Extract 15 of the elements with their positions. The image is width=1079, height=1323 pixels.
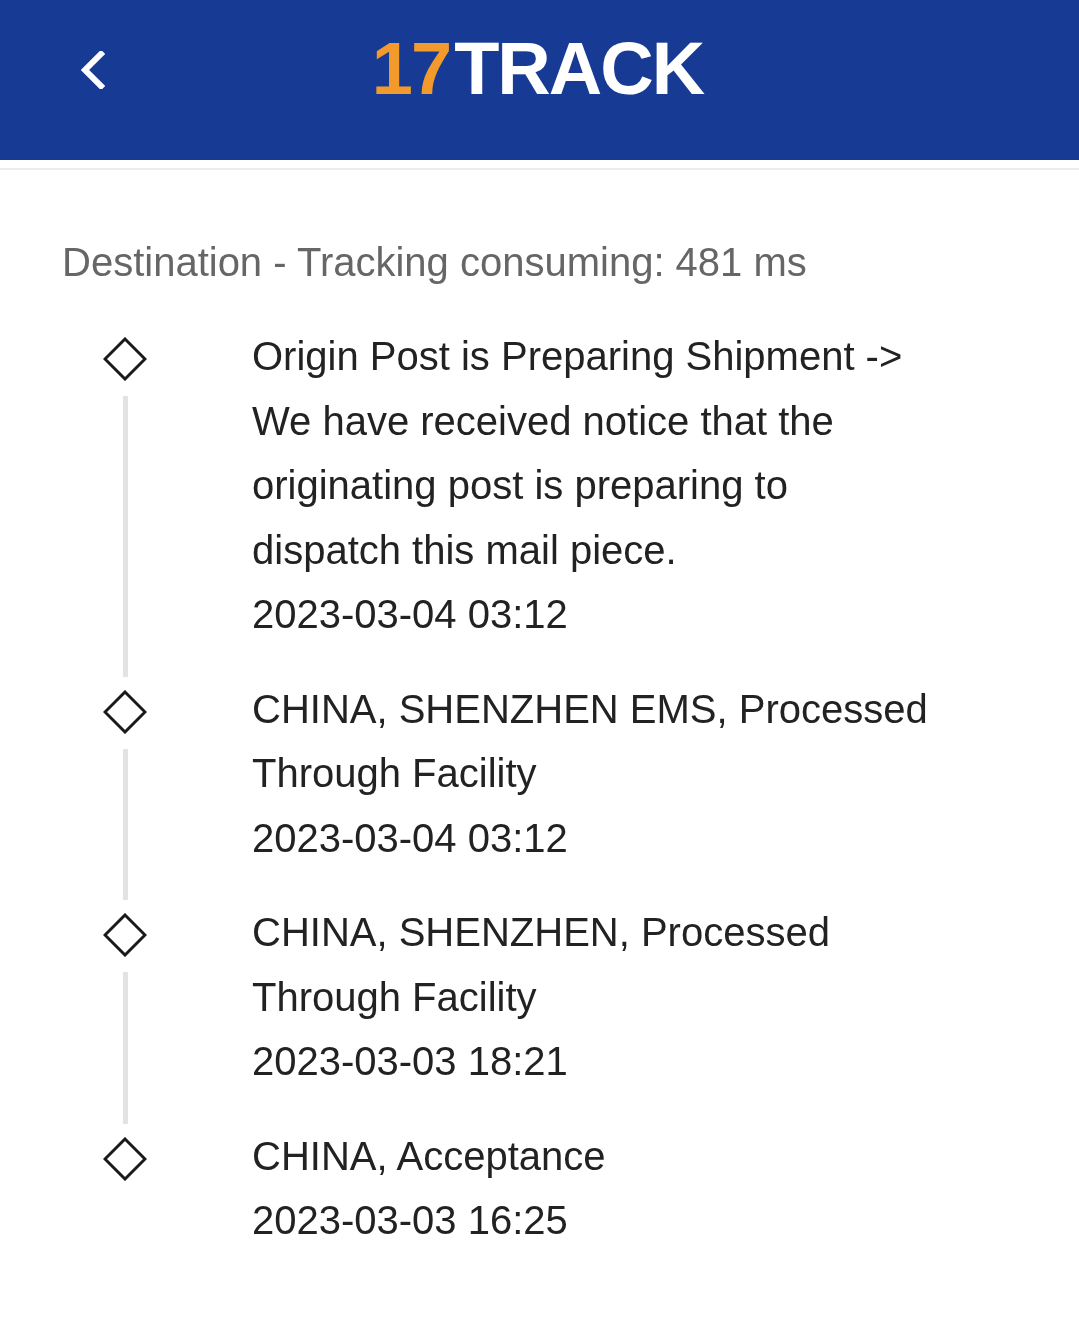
logo: 17TRACK bbox=[371, 32, 704, 106]
event-time: 2023-03-03 16:25 bbox=[252, 1197, 568, 1244]
diamond-icon bbox=[103, 337, 147, 381]
event-description: CHINA, SHENZHEN, Processed Through Facility bbox=[252, 909, 831, 1021]
event-time: 2023-03-04 03:12 bbox=[252, 591, 568, 638]
event-description: CHINA, SHENZHEN EMS, Processed Through Facility bbox=[252, 685, 929, 797]
diamond-icon bbox=[103, 1136, 147, 1181]
event-time: 2023-03-03 18:21 bbox=[252, 1038, 568, 1085]
event-time: 2023-03-04 03:12 bbox=[252, 814, 568, 862]
event-description: Origin Post is Preparing Shipment -> We have received notice that the originating post is preparing to dispatch this mail piece. bbox=[252, 333, 904, 574]
diamond-icon bbox=[103, 913, 147, 957]
event-description: CHINA, Acceptance bbox=[252, 1132, 606, 1180]
tracking-heading: Destination - Tracking consuming: 481 ms bbox=[62, 239, 807, 286]
back-icon bbox=[79, 51, 105, 89]
diamond-icon bbox=[103, 689, 147, 734]
